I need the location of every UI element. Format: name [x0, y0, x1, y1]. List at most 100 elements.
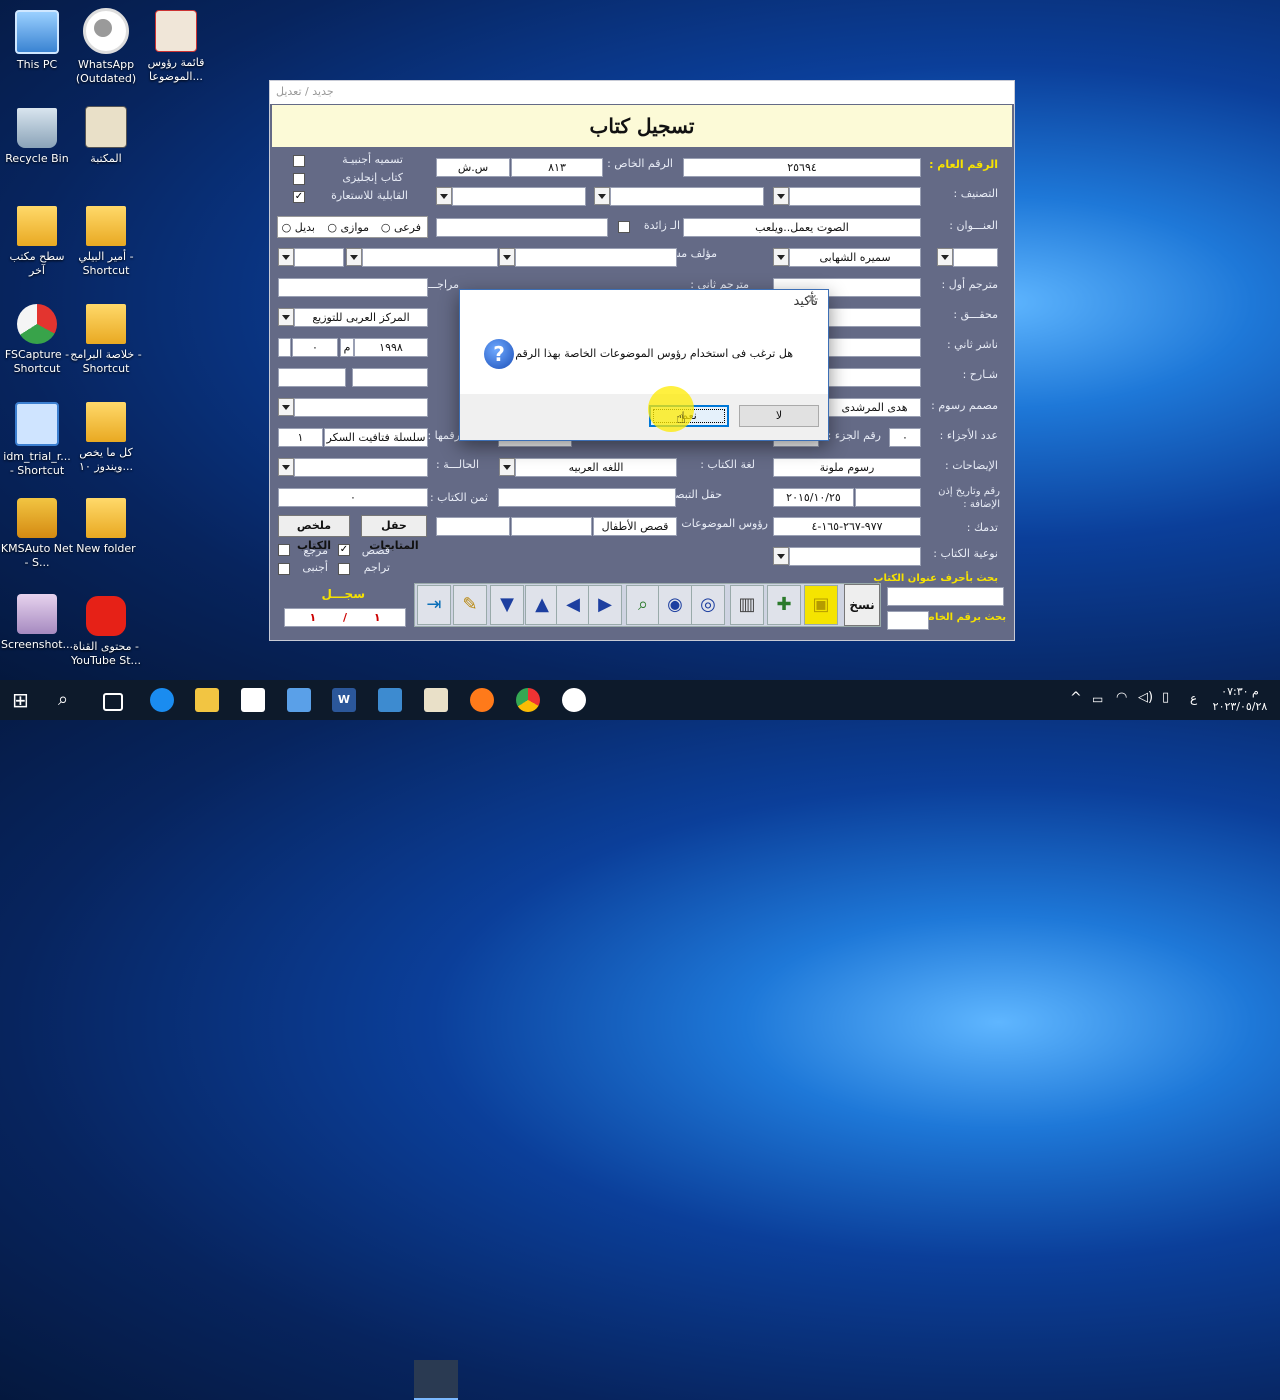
extra-field[interactable] [436, 218, 608, 237]
next-record-icon[interactable]: ▶ [588, 585, 622, 625]
borrowable-checkbox[interactable]: ✓ [293, 191, 305, 203]
app-icon-2[interactable] [378, 688, 402, 712]
series-number-field[interactable]: ١ [278, 428, 323, 447]
last-record-icon[interactable]: ▼ [490, 585, 524, 625]
date-added-field[interactable]: ٢٠١٥/١٠/٢٥ [773, 488, 854, 507]
yes-button[interactable]: نعم [649, 405, 729, 427]
radio-parallel[interactable]: موازى ○ [327, 221, 369, 234]
illustrator-field[interactable]: هدى المرشدى [828, 398, 921, 417]
desktop-icon-screenshot[interactable]: Screenshot... [0, 594, 74, 652]
search-title-field[interactable] [887, 587, 1004, 606]
commentator-field[interactable] [828, 368, 921, 387]
co-author-dropdown-3[interactable] [278, 248, 294, 266]
radio-sub[interactable]: فرعى ○ [381, 221, 421, 234]
publisher-2-field[interactable] [828, 338, 921, 357]
battery-icon[interactable]: ▯ [1162, 690, 1169, 705]
reviewer-field[interactable] [278, 278, 428, 297]
stories-checkbox[interactable]: ✓ [338, 544, 350, 556]
desktop-icon-another-desktop[interactable]: سطح مكتب آخر [0, 206, 74, 278]
border-field[interactable] [294, 398, 428, 417]
subject-heading-field-2[interactable] [511, 517, 592, 536]
series-field[interactable]: سلسلة فتافيت السكر [324, 428, 428, 447]
title-field[interactable]: الصوت يعمل..ويلعب [683, 218, 921, 237]
classification-field-2[interactable] [610, 187, 764, 206]
close-icon[interactable]: ✕ [806, 292, 818, 308]
copy-button[interactable]: نسخ [844, 584, 880, 626]
notes-field[interactable] [498, 488, 676, 507]
publisher-1-field[interactable]: المركز العربى للتوزيع [294, 308, 428, 327]
delete-trash-icon[interactable]: ▥ [730, 585, 764, 625]
chevron-up-icon[interactable]: ^ [1070, 690, 1082, 706]
language-field[interactable]: اللغه العربيه [515, 458, 677, 477]
subject-heading-field-3[interactable] [436, 517, 510, 536]
book-type-field[interactable] [789, 547, 921, 566]
co-author-field[interactable] [515, 248, 677, 267]
store-icon[interactable] [241, 688, 265, 712]
book-summary-button[interactable]: ملخص الكتاب [278, 515, 350, 552]
exit-icon[interactable]: ⇥ [417, 585, 451, 625]
task-view-icon[interactable] [103, 693, 123, 711]
network-icon[interactable]: ▭ [1092, 692, 1103, 706]
classification-dropdown-2[interactable] [594, 187, 610, 205]
desktop-icon-subjects-list[interactable]: قائمة رؤوس الموضوعا... [139, 10, 213, 84]
word-icon[interactable]: W [332, 688, 356, 712]
desktop-icon-new-folder[interactable]: New folder [69, 498, 143, 556]
desktop-icon-programs-summary[interactable]: خلاصة البرامج - Shortcut [69, 304, 143, 376]
desktop-icon-library[interactable]: المكتبة [69, 106, 143, 166]
special-number-field[interactable]: ٨١٣ [511, 158, 603, 177]
search-icon[interactable]: ⌕ [626, 585, 660, 625]
author-dropdown[interactable] [773, 248, 789, 266]
english-book-checkbox[interactable] [293, 173, 305, 185]
radio-alternative[interactable]: بديل ○ [282, 221, 315, 234]
search-icon[interactable]: ⌕ [58, 688, 82, 712]
language-dropdown[interactable] [499, 458, 515, 476]
investigator-field[interactable] [828, 308, 921, 327]
hijri-year-field[interactable]: ٠ [292, 338, 338, 357]
search-special-field[interactable] [887, 611, 929, 630]
start-windows-icon[interactable]: ⊞ [12, 688, 36, 712]
save-icon[interactable]: ▣ [804, 585, 838, 625]
clock[interactable]: م ٠٧:٣٠ ٢٠٢٣/٠٥/٢٨ [1210, 684, 1270, 714]
classification-dropdown-1[interactable] [773, 187, 789, 205]
previous-record-icon[interactable]: ◀ [556, 585, 590, 625]
hide-view-icon[interactable]: ◉ [658, 585, 692, 625]
desktop-icon-idm[interactable]: idm_trial_r... - Shortcut [0, 402, 74, 478]
researcher-field[interactable] [352, 368, 428, 387]
border-dropdown[interactable] [278, 398, 294, 416]
publisher-dropdown[interactable] [278, 308, 294, 326]
addition-number-field[interactable] [855, 488, 921, 507]
co-author-field-3[interactable] [294, 248, 344, 267]
status-field[interactable] [294, 458, 428, 477]
desktop-icon-fscapture[interactable]: FSCapture - Shortcut [0, 304, 74, 376]
general-number-field[interactable]: ٢٥٦٩٤ [683, 158, 921, 177]
author-field[interactable]: سميره الشهابى [789, 248, 921, 267]
desktop-icon-recycle-bin[interactable]: Recycle Bin [0, 108, 74, 166]
desktop-icon-this-pc[interactable]: This PC [0, 10, 74, 72]
whatsapp-icon[interactable] [562, 688, 586, 712]
chrome-icon[interactable] [516, 688, 540, 712]
special-prefix-field[interactable]: س.ش [436, 158, 510, 177]
input-language[interactable]: ع [1190, 691, 1197, 705]
new-record-icon[interactable]: ✚ [767, 585, 801, 625]
year-field[interactable]: ١٩٩٨ [354, 338, 428, 357]
classification-field-1[interactable] [789, 187, 921, 206]
status-dropdown[interactable] [278, 458, 294, 476]
volume-icon[interactable]: ◁) [1138, 690, 1153, 705]
library-app-icon[interactable] [424, 688, 448, 712]
classification-dropdown-3[interactable] [436, 187, 452, 205]
book-type-dropdown[interactable] [773, 547, 789, 565]
first-record-icon[interactable]: ▲ [525, 585, 559, 625]
co-author-field-2[interactable] [362, 248, 498, 267]
author-code-dropdown[interactable] [937, 248, 953, 266]
firefox-icon[interactable] [470, 688, 494, 712]
subject-heading-field-1[interactable]: قصص الأطفال [593, 517, 677, 536]
isbn-field[interactable]: ٩٧٧-٢٦٧-١٦٥-٤ [773, 517, 921, 536]
researcher-field-2[interactable] [278, 368, 346, 387]
illustrations-field[interactable]: رسوم ملونة [773, 458, 921, 477]
desktop-icon-youtube[interactable]: محتوى القناة - YouTube St... [69, 596, 143, 668]
desktop-icon-amir-shortcut[interactable]: أمير البيلي - Shortcut [69, 206, 143, 278]
author-code-field[interactable] [953, 248, 998, 267]
view-icon[interactable]: ◎ [691, 585, 725, 625]
co-author-dropdown[interactable] [499, 248, 515, 266]
follow-ups-button[interactable]: حقل المتابعات [361, 515, 427, 552]
